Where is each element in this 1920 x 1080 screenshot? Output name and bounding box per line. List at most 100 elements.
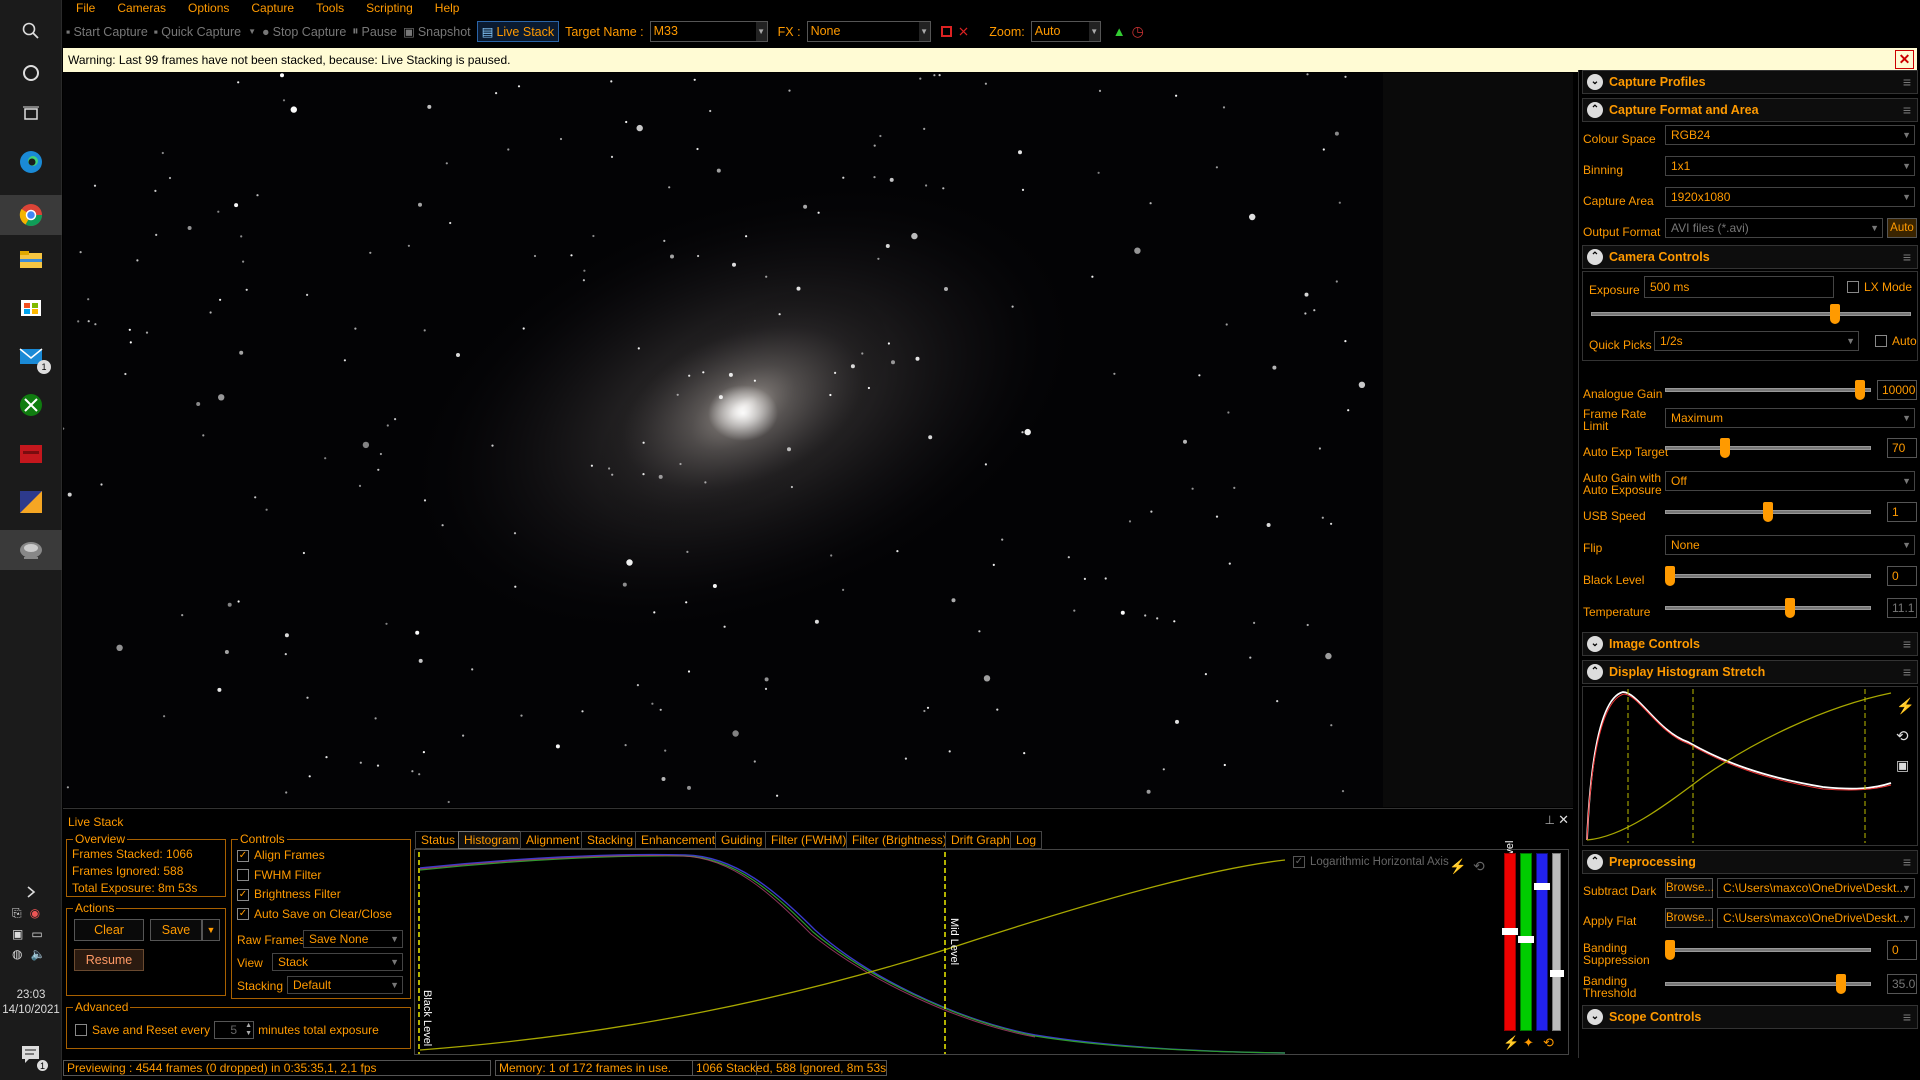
close-icon[interactable]: ✕	[1895, 50, 1914, 69]
tab-log[interactable]: Log	[1010, 831, 1043, 849]
luminance-handle[interactable]	[1550, 970, 1564, 977]
menu-file[interactable]: File	[76, 0, 95, 16]
browse-dark-button[interactable]: Browse...	[1665, 878, 1714, 898]
chevron-down-icon[interactable]: ▼	[1902, 409, 1911, 427]
binning-select[interactable]: 1x1 ▼	[1665, 156, 1915, 176]
black-level-value[interactable]: 0	[1887, 566, 1917, 586]
rectangle-select-icon[interactable]	[940, 26, 952, 37]
banding-threshold-value[interactable]: 35.0	[1887, 974, 1917, 994]
menu-capture[interactable]: Capture	[251, 0, 294, 16]
capture-area-select[interactable]: 1920x1080 ▼	[1665, 187, 1915, 207]
camera-controls-header[interactable]: ⌃ Camera Controls ≡	[1582, 245, 1918, 269]
auto-gain-select[interactable]: Off ▼	[1665, 471, 1915, 491]
fwhm-filter-checkbox[interactable]: FWHM Filter	[237, 866, 392, 886]
camera-off-icon[interactable]: ◉	[30, 906, 40, 921]
spinner-arrows-icon[interactable]: ▲ ▼	[245, 1022, 252, 1038]
menu-icon[interactable]: ≡	[1903, 74, 1911, 90]
menu-options[interactable]: Options	[188, 0, 229, 16]
blue-slider[interactable]	[1536, 853, 1548, 1031]
auto-stretch-icon[interactable]: ⚡	[1449, 858, 1466, 875]
exposure-input[interactable]: 500 ms	[1644, 276, 1834, 298]
menu-icon[interactable]: ≡	[1903, 854, 1911, 870]
image-controls-header[interactable]: ⌄ Image Controls ≡	[1582, 632, 1918, 656]
dropdown-arrow-icon[interactable]: ▼	[248, 27, 256, 36]
close-icon[interactable]: ✕	[1558, 812, 1569, 828]
tab-guiding[interactable]: Guiding	[715, 831, 769, 849]
chevron-down-icon[interactable]: ▼	[1846, 332, 1855, 350]
volume-icon[interactable]: 🔈	[30, 947, 45, 961]
save-dropdown-icon[interactable]: ▼	[202, 919, 220, 941]
pause-button[interactable]: ⏸ Pause	[352, 24, 397, 39]
save-reset-checkbox[interactable]	[75, 1024, 87, 1036]
exposure-slider-track[interactable]	[1591, 312, 1911, 316]
snapshot-button[interactable]: ▣ Snapshot	[403, 24, 471, 40]
tab-status[interactable]: Status	[415, 831, 462, 849]
chevron-down-icon[interactable]: ▼	[1088, 22, 1100, 41]
auto-exp-target-value[interactable]: 70	[1887, 438, 1917, 458]
red-handle[interactable]	[1502, 928, 1518, 935]
tab-stacking[interactable]: Stacking	[581, 831, 640, 849]
chevron-down-icon[interactable]: ▼	[390, 977, 399, 993]
log-axis-checkbox[interactable]: ✓ Logarithmic Horizontal Axis	[1293, 856, 1449, 868]
chevron-down-icon[interactable]: ▼	[918, 22, 930, 41]
battery-icon[interactable]: ▭	[31, 927, 42, 941]
analogue-gain-value[interactable]: 10000	[1877, 380, 1917, 400]
clear-selection-icon[interactable]: ⨯	[958, 23, 970, 40]
taskbar-clock[interactable]: 23:03 14/10/2021	[0, 988, 62, 1018]
raw-frames-select[interactable]: Save None ▼	[303, 930, 403, 948]
banding-threshold-thumb[interactable]	[1835, 974, 1846, 994]
mail-icon[interactable]: 1	[15, 340, 51, 374]
resume-button[interactable]: Resume	[74, 949, 144, 971]
target-name-input[interactable]: M33 ▼	[649, 21, 768, 42]
auto-format-button[interactable]: Auto	[1887, 218, 1917, 238]
red-slider[interactable]	[1504, 853, 1516, 1031]
menu-cameras[interactable]: Cameras	[117, 0, 166, 16]
display-histogram-header[interactable]: ⌃ Display Histogram Stretch ≡	[1582, 660, 1918, 684]
quick-capture-button[interactable]: ▪ Quick Capture ▼	[154, 25, 256, 39]
quick-picks-select[interactable]: 1/2s ▼	[1654, 331, 1859, 351]
tab-enhancement[interactable]: Enhancement	[635, 831, 722, 849]
chevron-down-icon[interactable]: ⌄	[1587, 1009, 1603, 1025]
stop-capture-button[interactable]: ● Stop Capture	[262, 25, 346, 39]
start-capture-button[interactable]: ▪ Start Capture	[66, 25, 148, 39]
menu-icon[interactable]: ≡	[1903, 102, 1911, 118]
checkbox-checked[interactable]: ✓	[237, 888, 249, 901]
menu-scripting[interactable]: Scripting	[366, 0, 413, 16]
cortana-icon[interactable]	[15, 57, 47, 89]
star-icon[interactable]: ✦	[1523, 1035, 1534, 1051]
usb-speed-thumb[interactable]	[1763, 502, 1773, 522]
chevron-up-icon[interactable]: ⌃	[1587, 854, 1603, 870]
scope-controls-header[interactable]: ⌄ Scope Controls ≡	[1582, 1005, 1918, 1029]
auto-stretch-icon[interactable]: ⚡	[1503, 1035, 1519, 1051]
usb-speed-value[interactable]: 1	[1887, 502, 1917, 522]
search-icon[interactable]	[15, 15, 47, 47]
tab-alignment[interactable]: Alignment	[520, 831, 586, 849]
temperature-track[interactable]	[1665, 606, 1871, 610]
frame-rate-select[interactable]: Maximum ▼	[1665, 408, 1915, 428]
display-histogram[interactable]: ⚡ ⟲ ▣	[1582, 686, 1918, 846]
clear-button[interactable]: Clear	[74, 919, 144, 941]
minutes-spinner[interactable]: 5 ▲ ▼	[214, 1021, 255, 1039]
chrome-browser-icon[interactable]	[0, 195, 62, 235]
meet-now-icon[interactable]: ⎘	[12, 906, 22, 921]
reset-icon[interactable]: ⟲	[1543, 1035, 1554, 1051]
tray-app-icon[interactable]: ▣	[12, 927, 23, 941]
analogue-gain-track[interactable]	[1665, 388, 1871, 392]
chevron-down-icon[interactable]: ▼	[1902, 472, 1911, 490]
checkbox-checked[interactable]: ✓	[237, 849, 249, 862]
menu-icon[interactable]: ≡	[1903, 1009, 1911, 1025]
menu-icon[interactable]: ≡	[1903, 249, 1911, 265]
tab-drift-graph[interactable]: Drift Graph	[945, 831, 1016, 849]
network-icon[interactable]: ◍	[12, 947, 22, 961]
chevron-down-icon[interactable]: ▼	[1902, 909, 1911, 927]
capture-profiles-header[interactable]: ⌄ Capture Profiles ≡	[1582, 70, 1918, 94]
fx-select[interactable]: None ▼	[806, 21, 931, 42]
chevron-down-icon[interactable]: ⌄	[1587, 636, 1603, 652]
chevron-down-icon[interactable]: ▼	[1902, 157, 1911, 175]
chevron-down-icon[interactable]: ▼	[1870, 219, 1879, 237]
output-format-select[interactable]: AVI files (*.avi) ▼	[1665, 218, 1883, 238]
auto-stretch-icon[interactable]: ⚡	[1896, 697, 1915, 715]
camera-image-view[interactable]	[63, 73, 1383, 807]
astro-app-icon[interactable]	[15, 486, 47, 518]
color-balance-sliders[interactable]	[1500, 853, 1564, 1033]
